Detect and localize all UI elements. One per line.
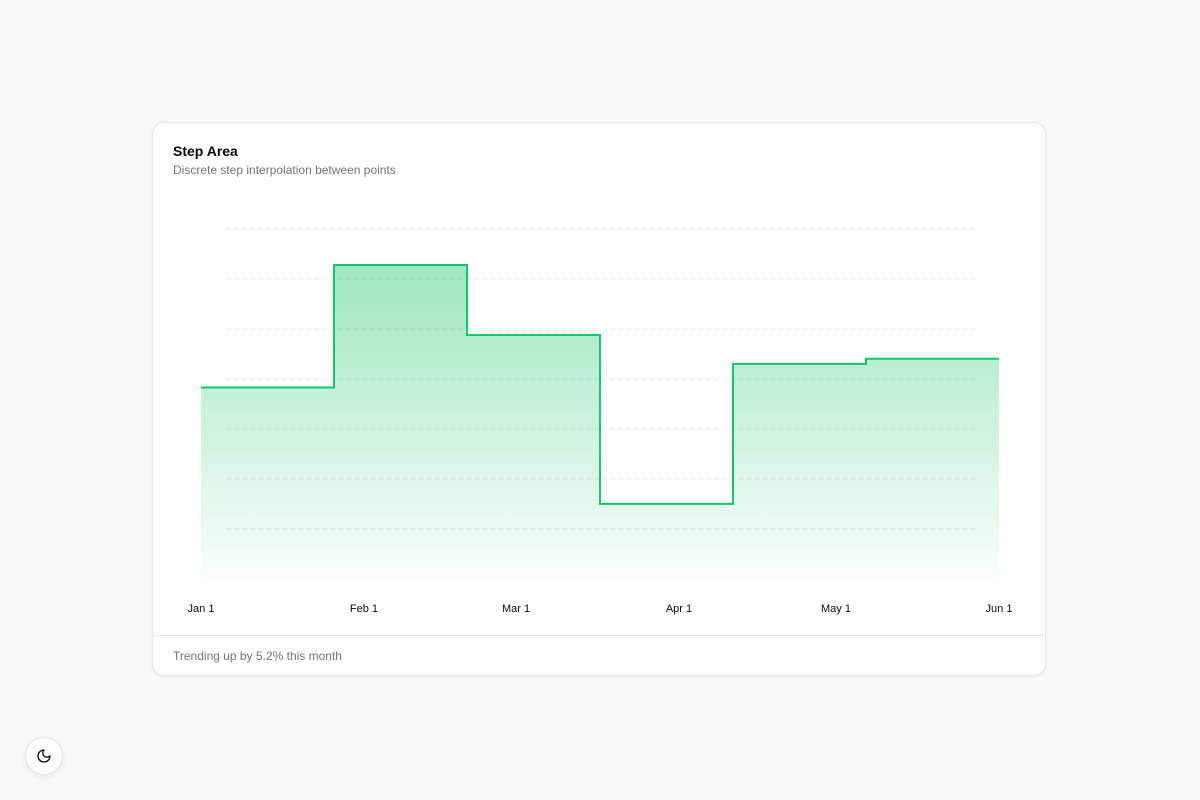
area-layer	[201, 264, 999, 579]
chart-card: Step Area Discrete step interpolation be…	[152, 122, 1046, 676]
x-tick-label: Jun 1	[986, 603, 1013, 615]
x-tick-label: Feb 1	[350, 603, 378, 615]
x-tick-label: Mar 1	[502, 603, 530, 615]
x-tick-label: Apr 1	[666, 603, 692, 615]
footer-text: Trending up by 5.2% this month	[173, 648, 342, 663]
theme-toggle-button[interactable]	[25, 737, 63, 775]
card-footer: Trending up by 5.2% this month	[153, 635, 1045, 675]
x-axis-ticks: Jan 1 Feb 1 Mar 1 Apr 1 May 1 Jun 1	[188, 603, 1013, 615]
x-tick-label: May 1	[821, 603, 851, 615]
moon-icon	[37, 749, 51, 763]
x-tick-label: Jan 1	[188, 603, 215, 615]
chart-svg: Jan 1 Feb 1 Mar 1 Apr 1 May 1 Jun 1	[188, 228, 1013, 615]
step-area-chart: Jan 1 Feb 1 Mar 1 Apr 1 May 1 Jun 1	[153, 123, 1047, 637]
